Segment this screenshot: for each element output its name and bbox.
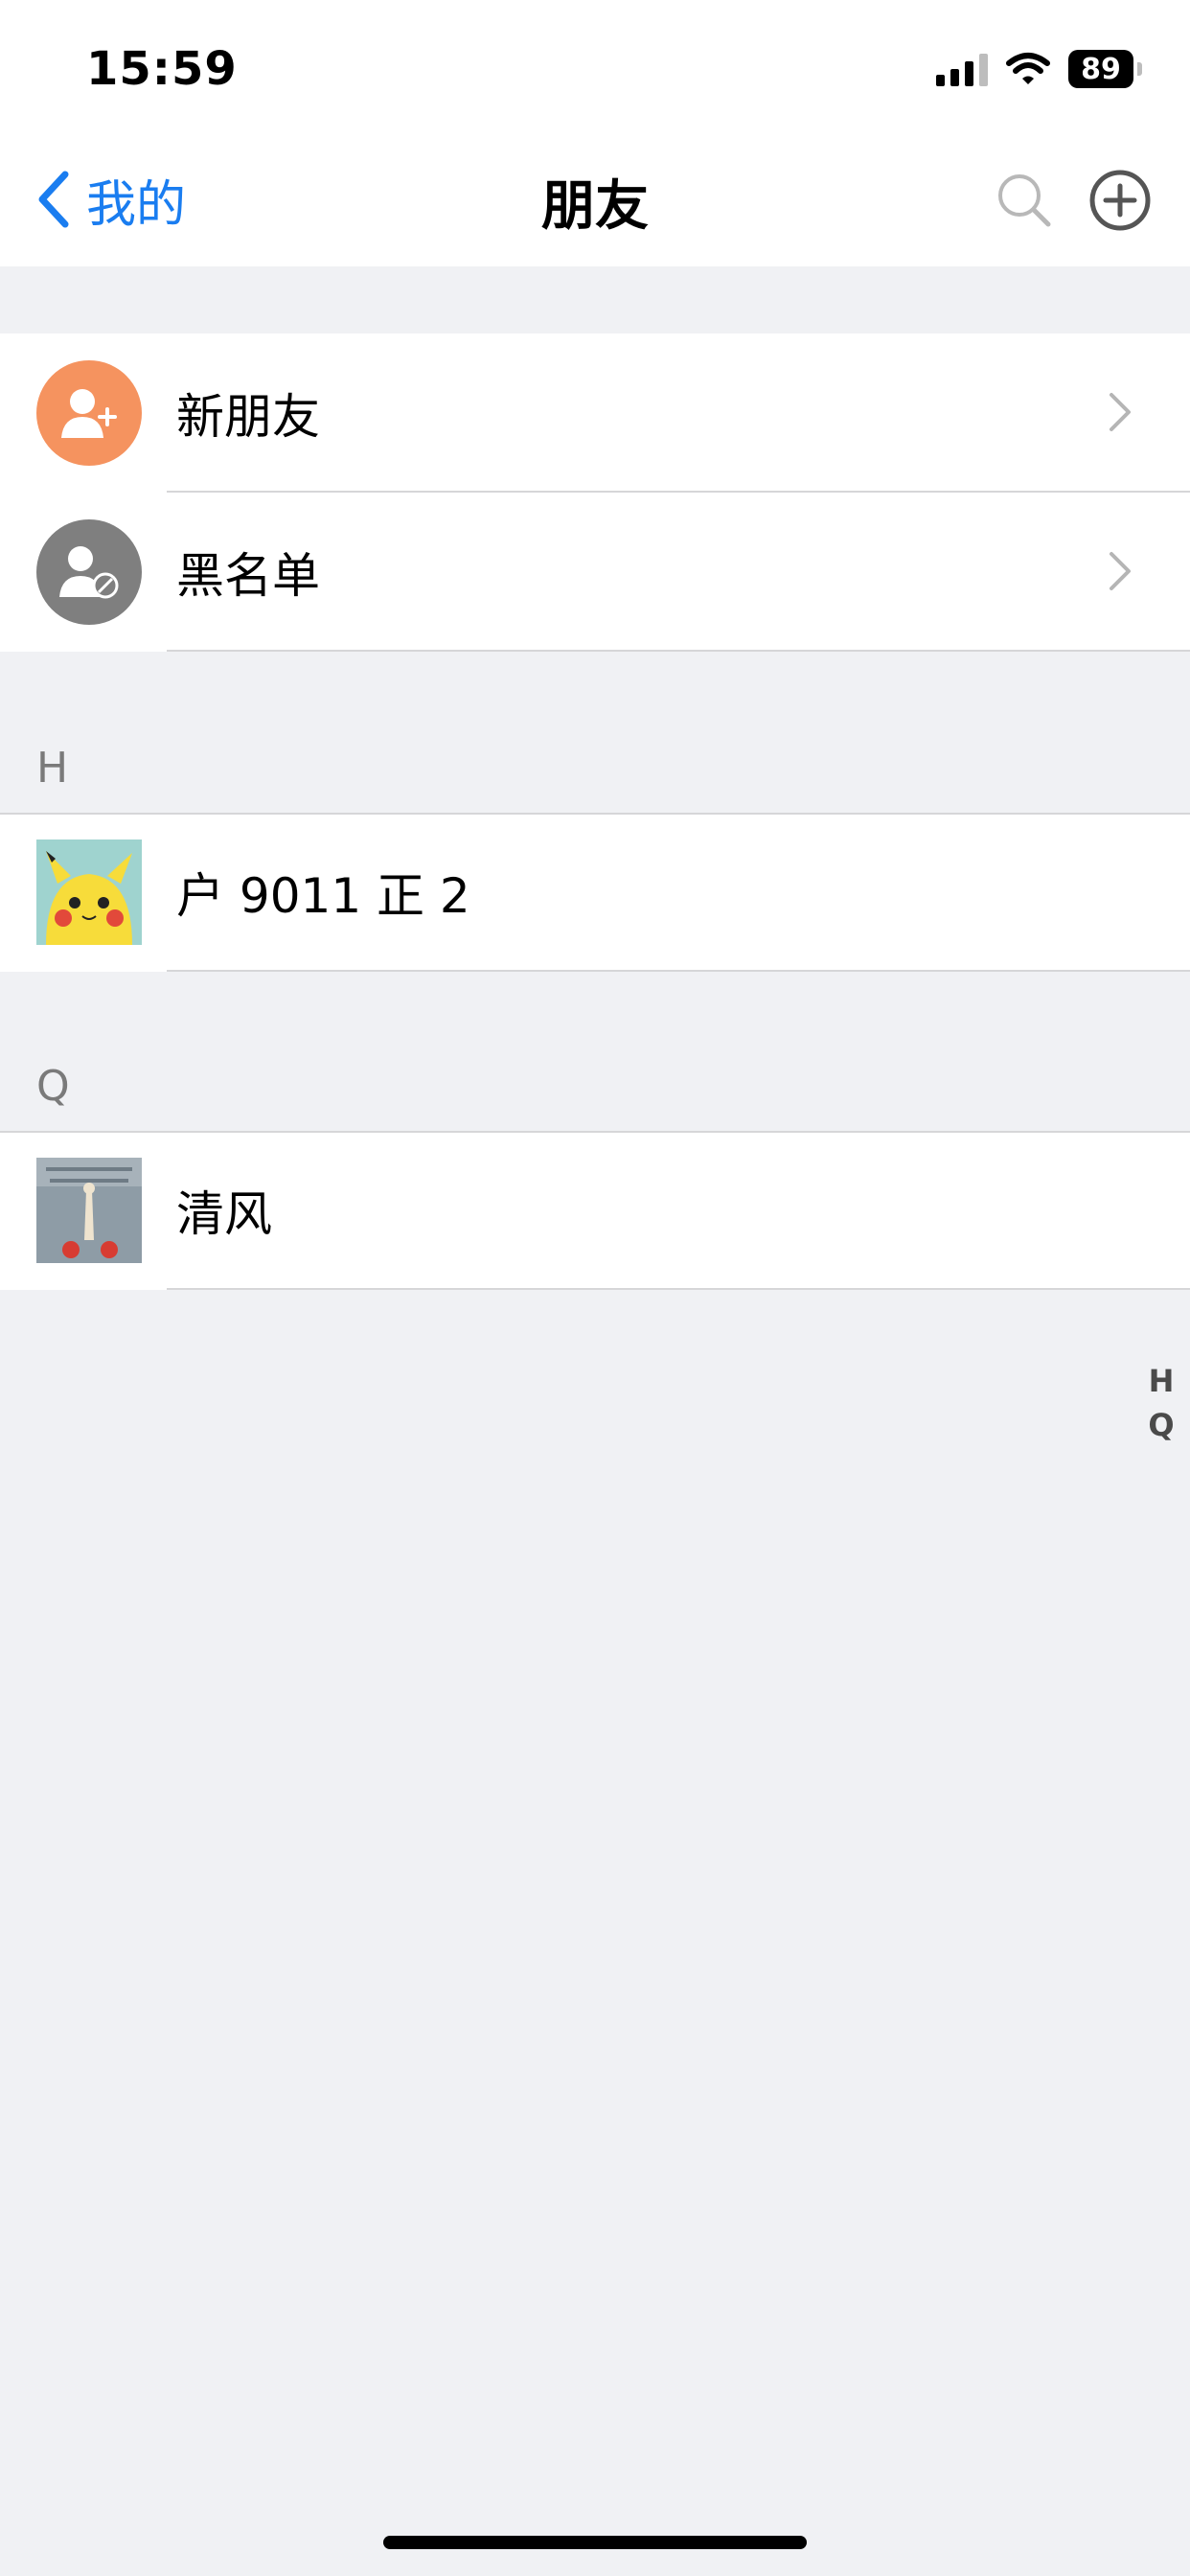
- chevron-right-icon: [1110, 393, 1131, 431]
- status-time: 15:59: [86, 42, 238, 96]
- add-circle-icon[interactable]: [1088, 169, 1152, 232]
- cellular-signal-icon: [936, 52, 988, 86]
- home-indicator: [383, 2536, 807, 2549]
- contact-list-q: 清风: [0, 1131, 1190, 1290]
- wifi-icon: [1006, 53, 1050, 84]
- menu-item-new-friends[interactable]: 新朋友: [0, 334, 1190, 493]
- menu-item-blacklist[interactable]: 黑名单: [0, 493, 1190, 652]
- contact-list-h: 户 9011 正 2: [0, 813, 1190, 972]
- blocked-user-icon: [36, 519, 142, 625]
- section-header-h: H: [36, 744, 69, 793]
- index-item-h[interactable]: H: [1144, 1359, 1179, 1403]
- menu-item-label: 新朋友: [176, 389, 320, 445]
- chevron-right-icon: [1110, 552, 1131, 590]
- section-header-q: Q: [36, 1062, 70, 1111]
- menu-list: 新朋友 黑名单: [0, 334, 1190, 652]
- index-item-q[interactable]: Q: [1144, 1403, 1179, 1447]
- contact-row[interactable]: 清风: [0, 1131, 1190, 1290]
- nav-bar: 我的 朋友: [0, 134, 1190, 266]
- status-indicators: 89: [936, 50, 1142, 88]
- divider: [167, 970, 1190, 972]
- battery-level: 89: [1081, 52, 1121, 86]
- battery-tip: [1137, 62, 1142, 76]
- alphabet-index: H Q: [1144, 1359, 1179, 1447]
- search-icon[interactable]: [995, 171, 1054, 230]
- menu-item-label: 黑名单: [176, 548, 320, 604]
- contact-name: 清风: [176, 1186, 272, 1242]
- contact-name: 户 9011 正 2: [176, 868, 470, 924]
- add-friend-icon: [36, 360, 142, 466]
- status-bar: 15:59 89: [0, 0, 1190, 134]
- contact-row[interactable]: 户 9011 正 2: [0, 813, 1190, 972]
- nav-actions: [995, 169, 1152, 232]
- picture-avatar: [36, 1158, 142, 1263]
- pikachu-avatar: [36, 840, 142, 945]
- divider: [167, 1288, 1190, 1290]
- divider: [167, 650, 1190, 652]
- battery-icon: 89: [1068, 50, 1133, 88]
